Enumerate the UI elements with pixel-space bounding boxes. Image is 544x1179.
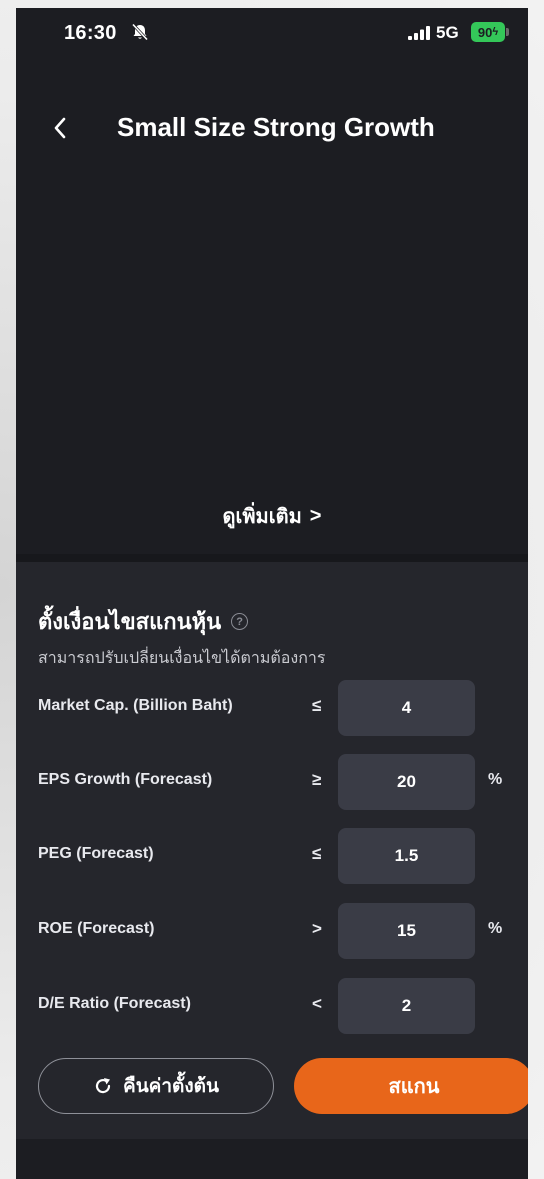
reset-button[interactable]: คืนค่าตั้งต้น [38,1058,274,1114]
condition-row-market-cap: Market Cap. (Billion Baht) ≤ 4 [16,680,528,736]
back-button[interactable] [40,108,80,148]
condition-operator[interactable]: > [312,919,322,939]
battery-level: 90 [477,24,493,40]
signal-icon [408,26,430,40]
section-divider [16,554,528,562]
condition-operator[interactable]: ≤ [312,696,321,716]
screener-subtitle: สามารถปรับเปลี่ยนเงื่อนไขได้ตามต้องการ [38,650,326,667]
see-more-label: ดูเพิ่มเติม [222,506,302,528]
screener-title: ตั้งเงื่อนไขสแกนหุ้น ? [38,604,249,639]
condition-label: Market Cap. (Billion Baht) [38,697,233,714]
charging-bolt-icon: ϟ [492,26,499,38]
condition-value-input[interactable]: 15 [338,903,475,959]
scan-label: สแกน [388,1076,440,1098]
screener-title-text: ตั้งเงื่อนไขสแกนหุ้น [38,609,222,634]
condition-row-eps-growth: EPS Growth (Forecast) ≥ 20 % [16,754,528,810]
condition-unit: % [488,920,503,937]
condition-label: PEG (Forecast) [38,845,154,862]
battery-icon: 90 ϟ [471,22,505,42]
network-type: 5G [436,23,459,42]
status-bar: 16:30 5G 90 ϟ [16,8,528,54]
chevron-left-icon [54,117,66,139]
bell-off-icon [130,22,150,42]
status-time: 16:30 [64,22,117,44]
condition-row-roe: ROE (Forecast) > 15 % [16,903,528,959]
battery-tip [506,28,509,36]
condition-label: EPS Growth (Forecast) [38,771,213,788]
condition-row-de-ratio: D/E Ratio (Forecast) < 2 [16,978,528,1034]
scan-button[interactable]: สแกน [294,1058,528,1114]
condition-unit: % [488,771,503,788]
condition-operator[interactable]: ≥ [312,770,321,790]
condition-operator[interactable]: ≤ [312,844,321,864]
chevron-right-icon: > [309,504,322,527]
condition-operator[interactable]: < [312,994,322,1014]
condition-value-input[interactable]: 20 [338,754,475,810]
see-more-link[interactable]: ดูเพิ่มเติม > [16,500,528,532]
condition-value-input[interactable]: 1.5 [338,828,475,884]
condition-label: D/E Ratio (Forecast) [38,995,191,1012]
help-icon[interactable]: ? [231,613,249,630]
condition-value-input[interactable]: 2 [338,978,475,1034]
condition-row-peg: PEG (Forecast) ≤ 1.5 [16,828,528,884]
page-title: Small Size Strong Growth [117,112,435,142]
condition-label: ROE (Forecast) [38,920,155,937]
app-screen: 16:30 5G 90 ϟ Small Size Strong Growth ด… [16,8,528,1179]
refresh-icon [95,1078,111,1094]
condition-value-input[interactable]: 4 [338,680,475,736]
reset-label: คืนค่าตั้งต้น [122,1076,220,1097]
